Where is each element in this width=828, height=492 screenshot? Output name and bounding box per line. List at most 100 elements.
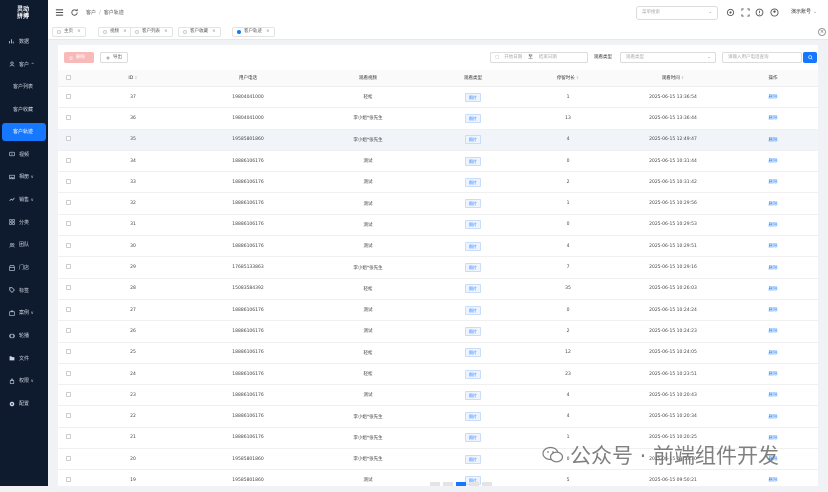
menu-fold-icon[interactable] <box>55 8 64 17</box>
tab-label: 客户收藏 <box>190 29 208 34</box>
sidebar-item-5[interactable]: 视频 <box>0 143 48 166</box>
date-end-placeholder: 结束日期 <box>538 55 557 60</box>
row-checkbox[interactable] <box>58 192 78 215</box>
row-checkbox[interactable] <box>58 278 78 300</box>
row-delete-link[interactable]: 删除 <box>769 393 778 398</box>
pagination-page[interactable] <box>469 482 479 486</box>
row-checkbox[interactable] <box>58 427 78 450</box>
user-menu[interactable]: 演示账号 ⌄ <box>791 8 817 16</box>
pagination-next[interactable] <box>482 482 492 486</box>
cell-time: 2025-06-15 13:36:44 <box>618 107 728 130</box>
sidebar-item-11[interactable]: 标签 <box>0 279 48 302</box>
row-delete-link[interactable]: 删除 <box>769 266 778 271</box>
row-checkbox[interactable] <box>58 448 78 471</box>
refresh-icon[interactable] <box>70 8 79 17</box>
phone-search-input[interactable]: 请输入用户电话查询 <box>722 52 802 63</box>
row-checkbox[interactable] <box>58 384 78 407</box>
row-checkbox[interactable] <box>58 171 78 194</box>
row-checkbox[interactable] <box>58 256 78 279</box>
pagination-page-active[interactable] <box>456 482 466 486</box>
tab-label: 视频 <box>110 29 119 34</box>
close-icon[interactable]: × <box>123 28 127 36</box>
row-checkbox[interactable] <box>58 342 78 364</box>
row-checkbox[interactable] <box>58 235 78 258</box>
row-checkbox[interactable] <box>58 363 78 386</box>
tab-1[interactable]: 视频 × <box>98 27 132 37</box>
pagination-page[interactable] <box>443 482 453 486</box>
sidebar-item-16[interactable]: 配置 <box>0 392 48 415</box>
close-icon[interactable]: × <box>164 28 168 36</box>
sidebar-item-15[interactable]: 权限 v <box>0 370 48 393</box>
logo[interactable]: 灵动 拼搏 <box>8 6 38 26</box>
breadcrumb-root[interactable]: 客户 <box>86 10 96 16</box>
row-delete-link[interactable]: 删除 <box>769 244 778 249</box>
date-range-picker[interactable]: ▢ 开始日期 至 结束日期 <box>490 52 588 63</box>
pagination-prev[interactable] <box>430 482 440 486</box>
row-delete-link[interactable]: 删除 <box>769 159 778 164</box>
row-checkbox[interactable] <box>58 129 78 151</box>
row-delete-link[interactable]: 删除 <box>769 95 778 100</box>
column-header-time[interactable]: 观看时间⇕ <box>618 70 728 87</box>
row-checkbox[interactable] <box>58 214 78 237</box>
row-checkbox[interactable] <box>58 320 78 343</box>
cell-type: 照片 <box>428 384 518 407</box>
select-all-checkbox[interactable] <box>58 70 78 87</box>
sidebar-item-13[interactable]: 轮播 <box>0 324 48 347</box>
row-delete-link[interactable]: 删除 <box>769 138 778 143</box>
row-delete-link[interactable]: 删除 <box>769 415 778 420</box>
sidebar-item-6[interactable]: 相册 v <box>0 165 48 188</box>
row-delete-link[interactable]: 删除 <box>769 202 778 207</box>
row-delete-link[interactable]: 删除 <box>769 351 778 356</box>
chevron-down-icon: ⌄ <box>707 55 711 60</box>
fullscreen-icon[interactable] <box>741 8 750 17</box>
tab-2[interactable]: 客户列表 × <box>130 27 173 37</box>
close-icon[interactable]: × <box>212 28 216 36</box>
delete-button[interactable]: 删除 <box>64 52 94 63</box>
close-icon[interactable]: × <box>77 28 81 36</box>
sidebar-item-label: 配置 <box>19 401 30 408</box>
row-checkbox[interactable] <box>58 107 78 130</box>
sidebar-item-7[interactable]: 销售 v <box>0 188 48 211</box>
tab-3[interactable]: 客户收藏 × <box>178 27 221 37</box>
row-delete-link[interactable]: 删除 <box>769 372 778 377</box>
cell-duration: 0 <box>518 150 618 173</box>
watch-type-select[interactable]: 观看类型 ⌄ <box>620 52 716 63</box>
row-checkbox[interactable] <box>58 299 78 322</box>
row-delete-link[interactable]: 删除 <box>769 287 778 292</box>
row-delete-link[interactable]: 删除 <box>769 329 778 334</box>
row-checkbox[interactable] <box>58 86 78 109</box>
sidebar-item-9[interactable]: 团队 <box>0 234 48 257</box>
sidebar-item-12[interactable]: 案例 v <box>0 302 48 325</box>
row-delete-link[interactable]: 删除 <box>769 180 778 185</box>
sidebar-item-label: 权限 <box>19 378 30 385</box>
sidebar-item-3[interactable]: 客户收藏 <box>0 98 48 121</box>
sidebar-item-4[interactable]: 客户轨迹 <box>2 122 46 141</box>
row-delete-link[interactable]: 删除 <box>769 116 778 121</box>
type-badge: 照片 <box>465 284 481 294</box>
cell-id: 29 <box>78 256 188 279</box>
close-all-tabs-icon[interactable]: × <box>818 28 826 36</box>
sidebar-item-10[interactable]: 门店 <box>0 256 48 279</box>
column-header-duration[interactable]: 停留时长⇕ <box>518 70 618 87</box>
sidebar-item-2[interactable]: 客户列表 <box>0 75 48 98</box>
sidebar-item-8[interactable]: 分类 <box>0 211 48 234</box>
column-header-id[interactable]: ID⇕ <box>78 70 188 87</box>
search-button[interactable] <box>803 52 817 63</box>
export-button[interactable]: 导出 <box>100 52 128 63</box>
row-checkbox[interactable] <box>58 469 78 492</box>
sidebar-item-0[interactable]: 数据 <box>0 30 48 53</box>
user-avatar-icon[interactable] <box>770 8 779 17</box>
row-delete-link[interactable]: 删除 <box>769 223 778 228</box>
menu-search-select[interactable]: 菜单搜索 ⌄ <box>636 6 718 20</box>
row-checkbox[interactable] <box>58 405 78 428</box>
sidebar-item-14[interactable]: 文件 <box>0 347 48 370</box>
github-icon[interactable] <box>726 8 735 17</box>
row-delete-link[interactable]: 删除 <box>769 478 778 483</box>
tab-0[interactable]: 主页 × <box>52 27 86 37</box>
row-checkbox[interactable] <box>58 150 78 173</box>
row-delete-link[interactable]: 删除 <box>769 308 778 313</box>
sidebar-item-1[interactable]: 客户 ^ <box>0 53 48 76</box>
tab-4[interactable]: 客户轨迹 × <box>232 27 275 37</box>
help-icon[interactable] <box>755 8 764 17</box>
close-icon[interactable]: × <box>266 28 270 36</box>
